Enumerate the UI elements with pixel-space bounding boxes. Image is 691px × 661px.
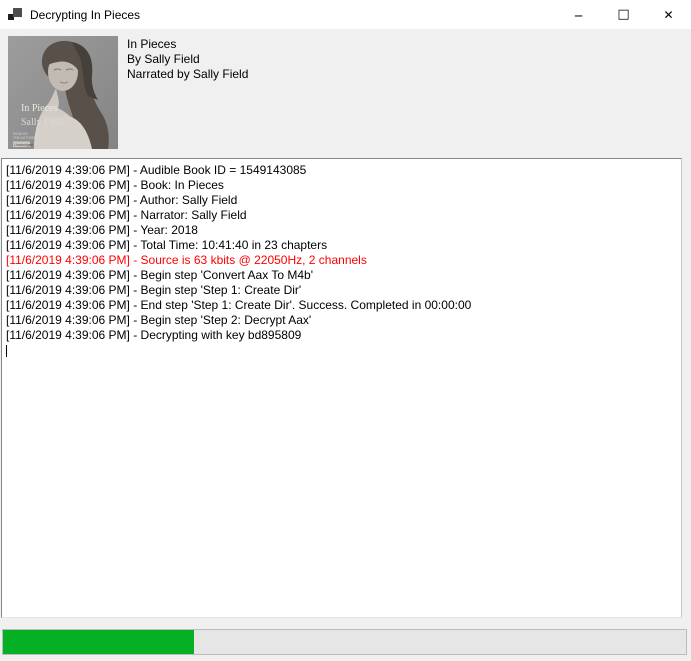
log-line: [11/6/2019 4:39:06 PM] - Begin step 'Con… <box>6 268 678 283</box>
log-line: [11/6/2019 4:39:06 PM] - Begin step 'Ste… <box>6 313 678 328</box>
window-title: Decrypting In Pieces <box>30 8 140 22</box>
log-line: [11/6/2019 4:39:06 PM] - Total Time: 10:… <box>6 238 678 253</box>
log-content: [11/6/2019 4:39:06 PM] - Audible Book ID… <box>6 163 678 343</box>
cover-title-text: In Pieces <box>21 103 57 114</box>
cover-author-text: Sally Field <box>21 117 65 128</box>
caret-line <box>6 343 678 358</box>
book-title: In Pieces <box>127 37 248 52</box>
cover-badge-text: Unabridged <box>14 143 33 147</box>
window-controls: ─ □ ✕ <box>556 0 691 29</box>
minimize-button[interactable]: ─ <box>556 0 601 29</box>
log-line: [11/6/2019 4:39:06 PM] - Narrator: Sally… <box>6 208 678 223</box>
log-line: [11/6/2019 4:39:06 PM] - Audible Book ID… <box>6 163 678 178</box>
maximize-icon: □ <box>617 8 629 21</box>
log-line: [11/6/2019 4:39:06 PM] - Begin step 'Ste… <box>6 283 678 298</box>
log-line: [11/6/2019 4:39:06 PM] - End step 'Step … <box>6 298 678 313</box>
log-textbox[interactable]: [11/6/2019 4:39:06 PM] - Audible Book ID… <box>1 158 682 618</box>
progress-bar <box>2 629 687 655</box>
app-icon <box>8 8 22 21</box>
book-info: In Pieces By Sally Field Narrated by Sal… <box>127 37 248 82</box>
app-window: Decrypting In Pieces ─ □ ✕ <box>0 0 691 661</box>
text-caret <box>6 345 7 357</box>
log-line: [11/6/2019 4:39:06 PM] - Decrypting with… <box>6 328 678 343</box>
minimize-icon: ─ <box>575 10 582 22</box>
book-author: By Sally Field <box>127 52 248 67</box>
log-line: [11/6/2019 4:39:06 PM] - Source is 63 kb… <box>6 253 678 268</box>
app-icon-square-large <box>13 8 22 17</box>
log-line: [11/6/2019 4:39:06 PM] - Book: In Pieces <box>6 178 678 193</box>
book-cover-image: In Pieces Sally Field READ BY THE AUTHOR… <box>8 36 118 149</box>
book-narrator: Narrated by Sally Field <box>127 67 248 82</box>
close-icon: ✕ <box>663 9 673 21</box>
close-button[interactable]: ✕ <box>646 0 691 29</box>
log-line: [11/6/2019 4:39:06 PM] - Year: 2018 <box>6 223 678 238</box>
cover-caption-line2: THE AUTHOR <box>13 136 35 140</box>
progress-fill <box>3 630 194 654</box>
log-line: [11/6/2019 4:39:06 PM] - Author: Sally F… <box>6 193 678 208</box>
maximize-button[interactable]: □ <box>601 0 646 29</box>
titlebar[interactable]: Decrypting In Pieces ─ □ ✕ <box>0 0 691 29</box>
